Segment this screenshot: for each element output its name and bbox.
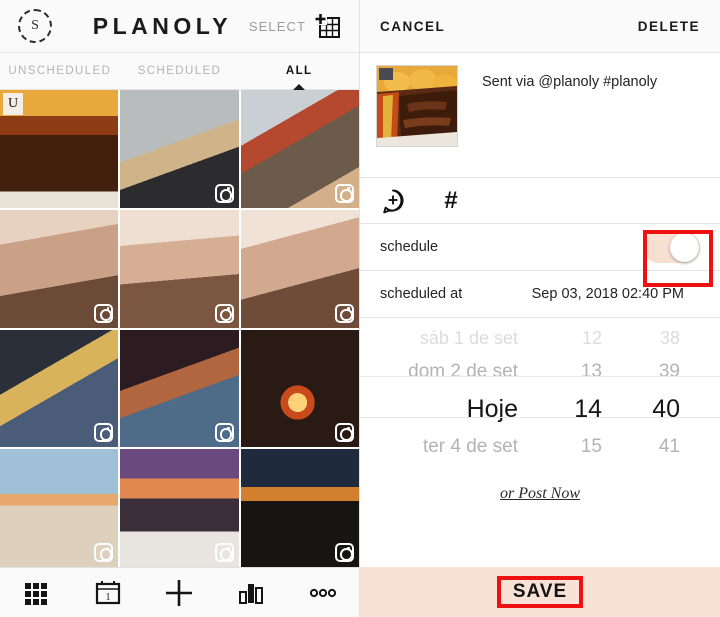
svg-text:1: 1 <box>105 592 110 603</box>
hashtag-icon[interactable]: # <box>438 188 464 214</box>
photo-cell[interactable] <box>0 209 119 328</box>
planoly-app-window: S PLANOLY SELECT UNSCHEDULED SCHEDULED A… <box>0 0 720 617</box>
picker-hour: 13 <box>580 360 602 382</box>
schedule-row: schedule <box>360 224 720 271</box>
caption-row: Sent via @planoly #planoly <box>360 53 720 178</box>
picker-hour: 12 <box>581 328 602 348</box>
picker-day: Hoje <box>466 394 518 423</box>
photo-cell[interactable] <box>120 90 239 208</box>
scheduled-at-label: scheduled at <box>380 286 463 302</box>
analytics-icon[interactable] <box>225 573 277 613</box>
picker-rows: sáb 1 de set 12 38 dom 2 de set 13 39 Hoje 14 40… <box>360 322 720 463</box>
picker-minute: 38 <box>659 328 680 348</box>
datetime-picker[interactable]: sáb 1 de set 12 38 dom 2 de set 13 39 Hoje 14 40… <box>360 318 720 473</box>
picker-minute: 40 <box>652 394 680 423</box>
photo-grid: U <box>0 90 359 567</box>
tab-unscheduled-label: UNSCHEDULED <box>8 64 112 77</box>
picker-minute: 41 <box>658 435 680 457</box>
page-title: PLANOLY <box>92 12 233 39</box>
grid-icon[interactable] <box>10 573 62 613</box>
picker-row[interactable]: ter 4 de set 15 41 <box>360 430 720 463</box>
photo-cell[interactable] <box>0 449 119 567</box>
caption-text[interactable]: Sent via @planoly #planoly <box>458 65 704 177</box>
picker-day: ter 4 de set <box>422 435 518 457</box>
grid-panel: S PLANOLY SELECT UNSCHEDULED SCHEDULED A… <box>0 0 360 617</box>
scheduled-at-value: Sep 03, 2018 02:40 PM <box>531 286 684 302</box>
photo-cell[interactable] <box>120 329 239 448</box>
post-now-link[interactable]: or Post Now <box>500 485 580 503</box>
photo-cell[interactable] <box>120 449 239 567</box>
picker-hour: 15 <box>580 435 602 457</box>
grid-add-icon[interactable] <box>313 12 341 40</box>
picker-minute: 39 <box>658 360 680 382</box>
save-button[interactable]: SAVE <box>496 575 584 609</box>
instagram-icon <box>214 543 234 562</box>
cancel-button[interactable]: CANCEL <box>380 19 445 34</box>
schedule-label: schedule <box>380 239 439 255</box>
tab-bar: UNSCHEDULED SCHEDULED ALL <box>0 53 359 91</box>
tab-all[interactable]: ALL <box>239 53 359 91</box>
delete-button[interactable]: DELETE <box>638 19 700 34</box>
instagram-icon <box>335 183 354 203</box>
picker-hour: 14 <box>574 394 602 423</box>
picker-day: dom 2 de set <box>408 360 518 382</box>
picker-row[interactable]: dom 2 de set 13 39 <box>360 355 720 388</box>
instagram-icon <box>94 423 114 443</box>
schedule-toggle-knob <box>670 232 699 262</box>
instagram-icon <box>335 423 354 443</box>
add-comment-icon[interactable] <box>380 188 406 214</box>
more-icon[interactable] <box>297 573 349 613</box>
picker-row[interactable]: sáb 1 de set 12 38 <box>360 322 720 355</box>
post-thumbnail[interactable] <box>376 65 458 147</box>
picker-row[interactable]: Hoje 14 40 <box>360 388 720 430</box>
story-icon[interactable]: S <box>18 9 52 43</box>
scheduled-at-row[interactable]: scheduled at Sep 03, 2018 02:40 PM <box>360 271 720 318</box>
unscheduled-badge: U <box>3 93 23 115</box>
photo-cell[interactable] <box>120 209 239 328</box>
tab-scheduled[interactable]: SCHEDULED <box>120 53 240 90</box>
instagram-icon <box>214 423 234 443</box>
photo-cell[interactable] <box>0 329 119 448</box>
calendar-icon[interactable]: 1 <box>82 573 134 613</box>
post-now-area: or Post Now <box>360 473 720 567</box>
instagram-icon <box>335 543 354 562</box>
editor-header: CANCEL DELETE <box>360 0 720 53</box>
photo-cell[interactable] <box>240 90 359 208</box>
schedule-toggle[interactable] <box>643 231 700 263</box>
picker-day: sáb 1 de set <box>419 328 518 348</box>
instagram-icon <box>335 303 354 323</box>
tab-all-label: ALL <box>285 64 313 77</box>
tab-scheduled-label: SCHEDULED <box>137 64 222 77</box>
tab-unscheduled[interactable]: UNSCHEDULED <box>0 53 120 90</box>
instagram-icon <box>94 543 114 562</box>
select-label[interactable]: SELECT <box>249 19 306 34</box>
instagram-icon <box>214 303 234 323</box>
post-editor-panel: CANCEL DELETE Sent via @planoly #planoly… <box>360 0 720 617</box>
bottom-nav: 1 <box>0 567 359 617</box>
photo-cell[interactable] <box>240 449 359 567</box>
photo-cell[interactable] <box>240 329 359 448</box>
instagram-icon <box>214 183 234 203</box>
plus-icon[interactable] <box>153 573 205 613</box>
story-icon-letter: S <box>31 18 39 33</box>
instagram-icon <box>94 303 114 323</box>
photo-cell[interactable]: U <box>0 90 119 208</box>
tool-row: # <box>360 178 720 224</box>
app-header: S PLANOLY SELECT <box>0 0 359 53</box>
photo-cell[interactable] <box>240 209 359 328</box>
save-bar[interactable]: SAVE <box>360 567 720 617</box>
